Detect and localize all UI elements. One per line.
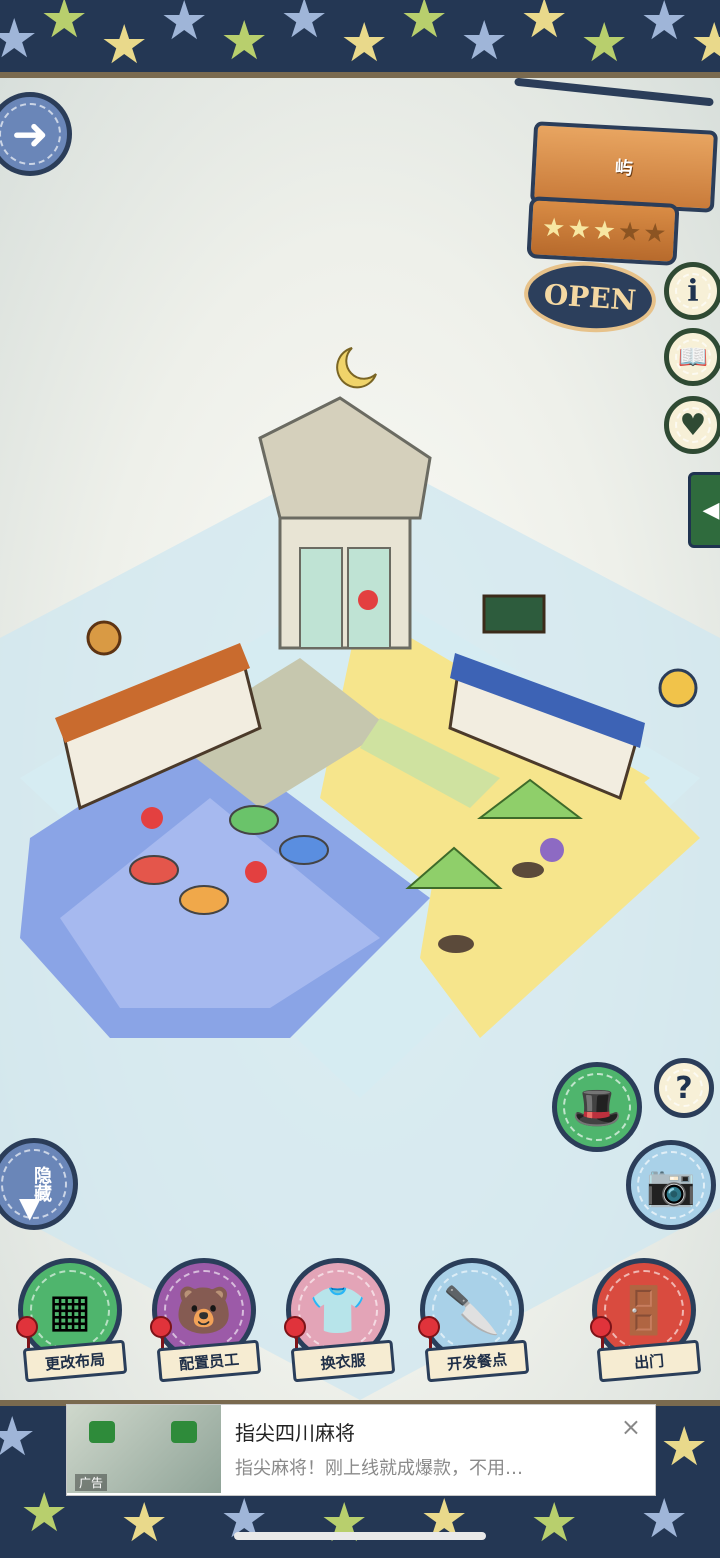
star-empty-icon: ★ — [642, 218, 668, 250]
menu-board — [482, 594, 546, 634]
arrow-right-icon: ➜ — [11, 108, 49, 160]
pin-icon — [150, 1316, 172, 1362]
moon-decoration — [336, 347, 377, 389]
hat-button[interactable]: 🎩 — [552, 1062, 642, 1152]
cafe-table — [438, 935, 474, 953]
book-icon: 📖 — [678, 343, 708, 371]
ad-thumbnail: 广告 — [67, 1405, 221, 1493]
top-star-border: ★ ★ ★ ★ ★ ★ ★ ★ ★ ★ ★ ★ ★ — [0, 0, 720, 78]
help-icon: ? — [675, 1070, 693, 1106]
chevron-left-icon: ◀ — [702, 497, 720, 523]
action-develop-dishes[interactable]: 🔪 开发餐点 — [412, 1258, 532, 1398]
ad-text-block: 指尖四川麻将 指尖麻将！刚上线就成爆款，不用… × — [221, 1405, 655, 1495]
hat-icon: 🎩 — [572, 1084, 622, 1131]
help-button[interactable]: ? — [654, 1058, 714, 1118]
red-balloon — [141, 807, 163, 829]
game-screen: ★ ★ ★ ★ ★ ★ ★ ★ ★ ★ ★ ★ ★ ➜ 屿 ★ ★ ★ ★ ★ … — [0, 0, 720, 1558]
star-empty-icon: ★ — [617, 216, 642, 248]
pin-icon — [590, 1316, 612, 1362]
action-change-clothes[interactable]: 👕 换衣服 — [278, 1258, 398, 1398]
ad-description: 指尖麻将！刚上线就成爆款，不用… — [235, 1458, 523, 1479]
action-assign-staff[interactable]: 🐻 配置员工 — [144, 1258, 264, 1398]
pin-icon — [418, 1316, 440, 1362]
pin-icon — [16, 1316, 38, 1362]
ad-title: 指尖四川麻将 — [235, 1421, 355, 1445]
home-indicator[interactable] — [234, 1532, 486, 1540]
book-button[interactable]: 📖 — [664, 328, 720, 386]
side-panel-tab[interactable]: ◀ — [688, 472, 720, 548]
rating-sign: ★ ★ ★ ★ ★ — [526, 196, 680, 266]
burger-sign — [86, 620, 122, 656]
open-status-label: OPEN — [542, 277, 638, 317]
pin-icon — [284, 1316, 306, 1362]
rainbow-float — [129, 855, 179, 885]
action-go-out[interactable]: 🚪 出门 — [584, 1258, 704, 1398]
close-icon[interactable]: × — [621, 1413, 641, 1441]
camera-button[interactable]: 📷 — [626, 1140, 716, 1230]
star-filled-icon: ★ — [541, 212, 567, 245]
ad-banner[interactable]: 广告 指尖四川麻将 指尖麻将！刚上线就成爆款，不用… × — [66, 1404, 656, 1496]
info-icon: i — [687, 273, 699, 309]
heart-bubble-button[interactable]: ♥ — [664, 396, 720, 454]
arrow-down-icon: ▼ — [19, 1191, 41, 1224]
ad-tag: 广告 — [75, 1474, 108, 1491]
info-button[interactable]: i — [664, 262, 720, 320]
mascot-character — [540, 838, 564, 862]
restaurant-name: 屿 — [614, 157, 634, 180]
heart-bubble-icon: ♥ — [679, 407, 707, 443]
star-filled-icon: ★ — [566, 214, 592, 246]
camera-icon: 📷 — [646, 1162, 696, 1209]
action-change-layout[interactable]: ▦ 更改布局 — [10, 1258, 130, 1398]
star-filled-icon: ★ — [591, 215, 617, 247]
